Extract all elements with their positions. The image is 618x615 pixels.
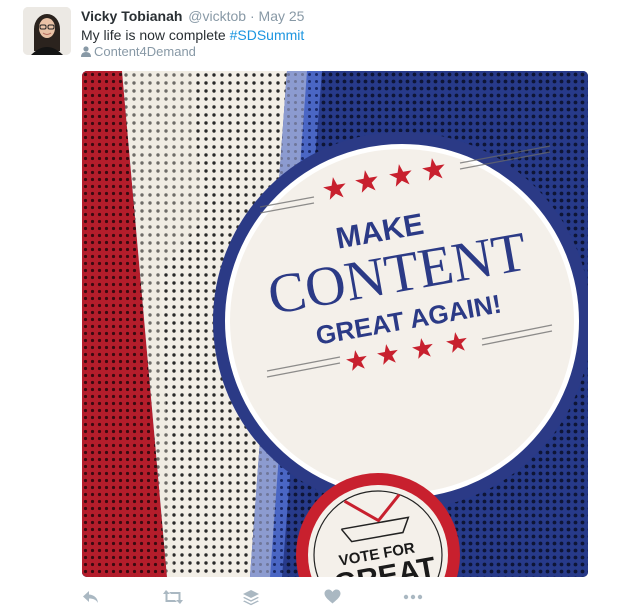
place-label: Content4Demand (94, 44, 196, 59)
hashtag-link[interactable]: #SDSummit (230, 27, 305, 43)
tweet-timestamp[interactable]: May 25 (259, 8, 305, 24)
like-icon[interactable] (324, 589, 341, 609)
tweet-actions (82, 589, 423, 612)
user-icon (81, 45, 91, 60)
user-handle[interactable]: @vicktob (188, 8, 246, 24)
tweet: Vicky Tobianah @vicktob · May 25 My life… (0, 0, 618, 615)
layers-icon[interactable] (242, 589, 260, 612)
avatar-photo (23, 7, 71, 55)
badge-main: MAKE CONTENT GREAT AGAIN! (213, 132, 588, 510)
tweet-photo[interactable]: MAKE CONTENT GREAT AGAIN! VOTE FOR GREAT (82, 71, 588, 577)
tweet-text: My life is now complete #SDSummit (81, 27, 304, 43)
poster-image: MAKE CONTENT GREAT AGAIN! VOTE FOR GREAT (82, 71, 588, 577)
reply-icon[interactable] (82, 589, 100, 610)
tweet-place[interactable]: Content4Demand (81, 44, 196, 60)
tweet-text-body: My life is now complete (81, 27, 226, 43)
user-fullname[interactable]: Vicky Tobianah (81, 8, 182, 24)
separator-dot: · (249, 8, 255, 24)
more-icon[interactable] (403, 589, 423, 608)
retweet-icon[interactable] (162, 589, 184, 610)
tweet-header: Vicky Tobianah @vicktob · May 25 (81, 8, 304, 24)
avatar[interactable] (23, 7, 71, 55)
